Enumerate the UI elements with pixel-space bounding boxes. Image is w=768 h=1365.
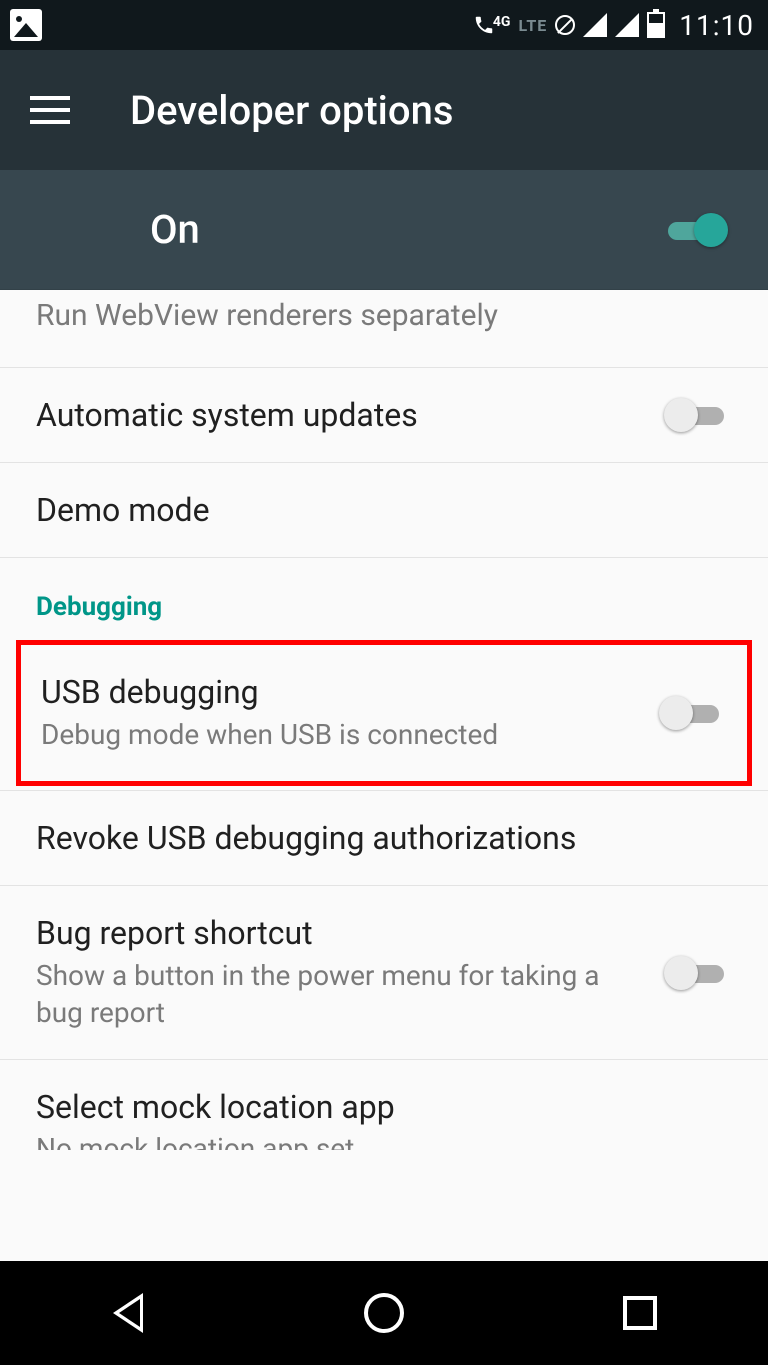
highlight-usb-debugging: USB debugging Debug mode when USB is con… <box>16 640 752 786</box>
bug-report-switch[interactable] <box>664 955 728 991</box>
navigation-bar <box>0 1261 768 1365</box>
setting-title: USB debugging <box>41 673 635 711</box>
home-button[interactable] <box>362 1291 406 1335</box>
master-toggle-label: On <box>150 206 200 253</box>
setting-subtitle: Debug mode when USB is connected <box>41 717 635 753</box>
app-bar: Developer options <box>0 50 768 170</box>
setting-title: Revoke USB debugging authorizations <box>36 819 728 857</box>
signal-icon <box>615 13 639 37</box>
signal-icon <box>583 13 607 37</box>
setting-mock-location[interactable]: Select mock location app No mock locatio… <box>0 1060 768 1150</box>
master-toggle-row[interactable]: On <box>0 170 768 290</box>
setting-auto-system-updates[interactable]: Automatic system updates <box>0 368 768 463</box>
setting-usb-debugging[interactable]: USB debugging Debug mode when USB is con… <box>21 645 747 781</box>
settings-list[interactable]: Run WebView renderers separately Automat… <box>0 290 768 1261</box>
clock: 11:10 <box>679 9 754 42</box>
back-button[interactable] <box>106 1291 150 1335</box>
section-header-debugging: Debugging <box>0 558 768 640</box>
dnd-icon <box>555 15 575 35</box>
setting-revoke-usb-auth[interactable]: Revoke USB debugging authorizations <box>0 790 768 886</box>
lte-label: LTE <box>518 16 547 35</box>
setting-subtitle: No mock location app set <box>36 1132 732 1150</box>
status-bar: 4G LTE 11:10 <box>0 0 768 50</box>
battery-icon <box>647 12 665 38</box>
setting-webview-renderers[interactable]: Run WebView renderers separately <box>0 290 768 368</box>
recent-apps-button[interactable] <box>618 1291 662 1335</box>
setting-title: Select mock location app <box>36 1088 732 1126</box>
usb-debugging-switch[interactable] <box>659 695 723 731</box>
auto-updates-switch[interactable] <box>664 397 728 433</box>
setting-bug-report-shortcut[interactable]: Bug report shortcut Show a button in the… <box>0 886 768 1060</box>
setting-title: Demo mode <box>36 491 728 529</box>
setting-subtitle: Show a button in the power menu for taki… <box>36 958 640 1031</box>
setting-title: Run WebView renderers separately <box>36 298 728 333</box>
master-toggle-switch[interactable] <box>664 212 728 248</box>
phone-4g-icon: 4G <box>473 14 511 36</box>
setting-title: Automatic system updates <box>36 396 640 434</box>
setting-title: Bug report shortcut <box>36 914 640 952</box>
page-title: Developer options <box>130 87 453 134</box>
network-4g-label: 4G <box>493 14 511 30</box>
picture-icon <box>10 9 42 41</box>
menu-icon[interactable] <box>30 96 70 124</box>
setting-demo-mode[interactable]: Demo mode <box>0 463 768 558</box>
